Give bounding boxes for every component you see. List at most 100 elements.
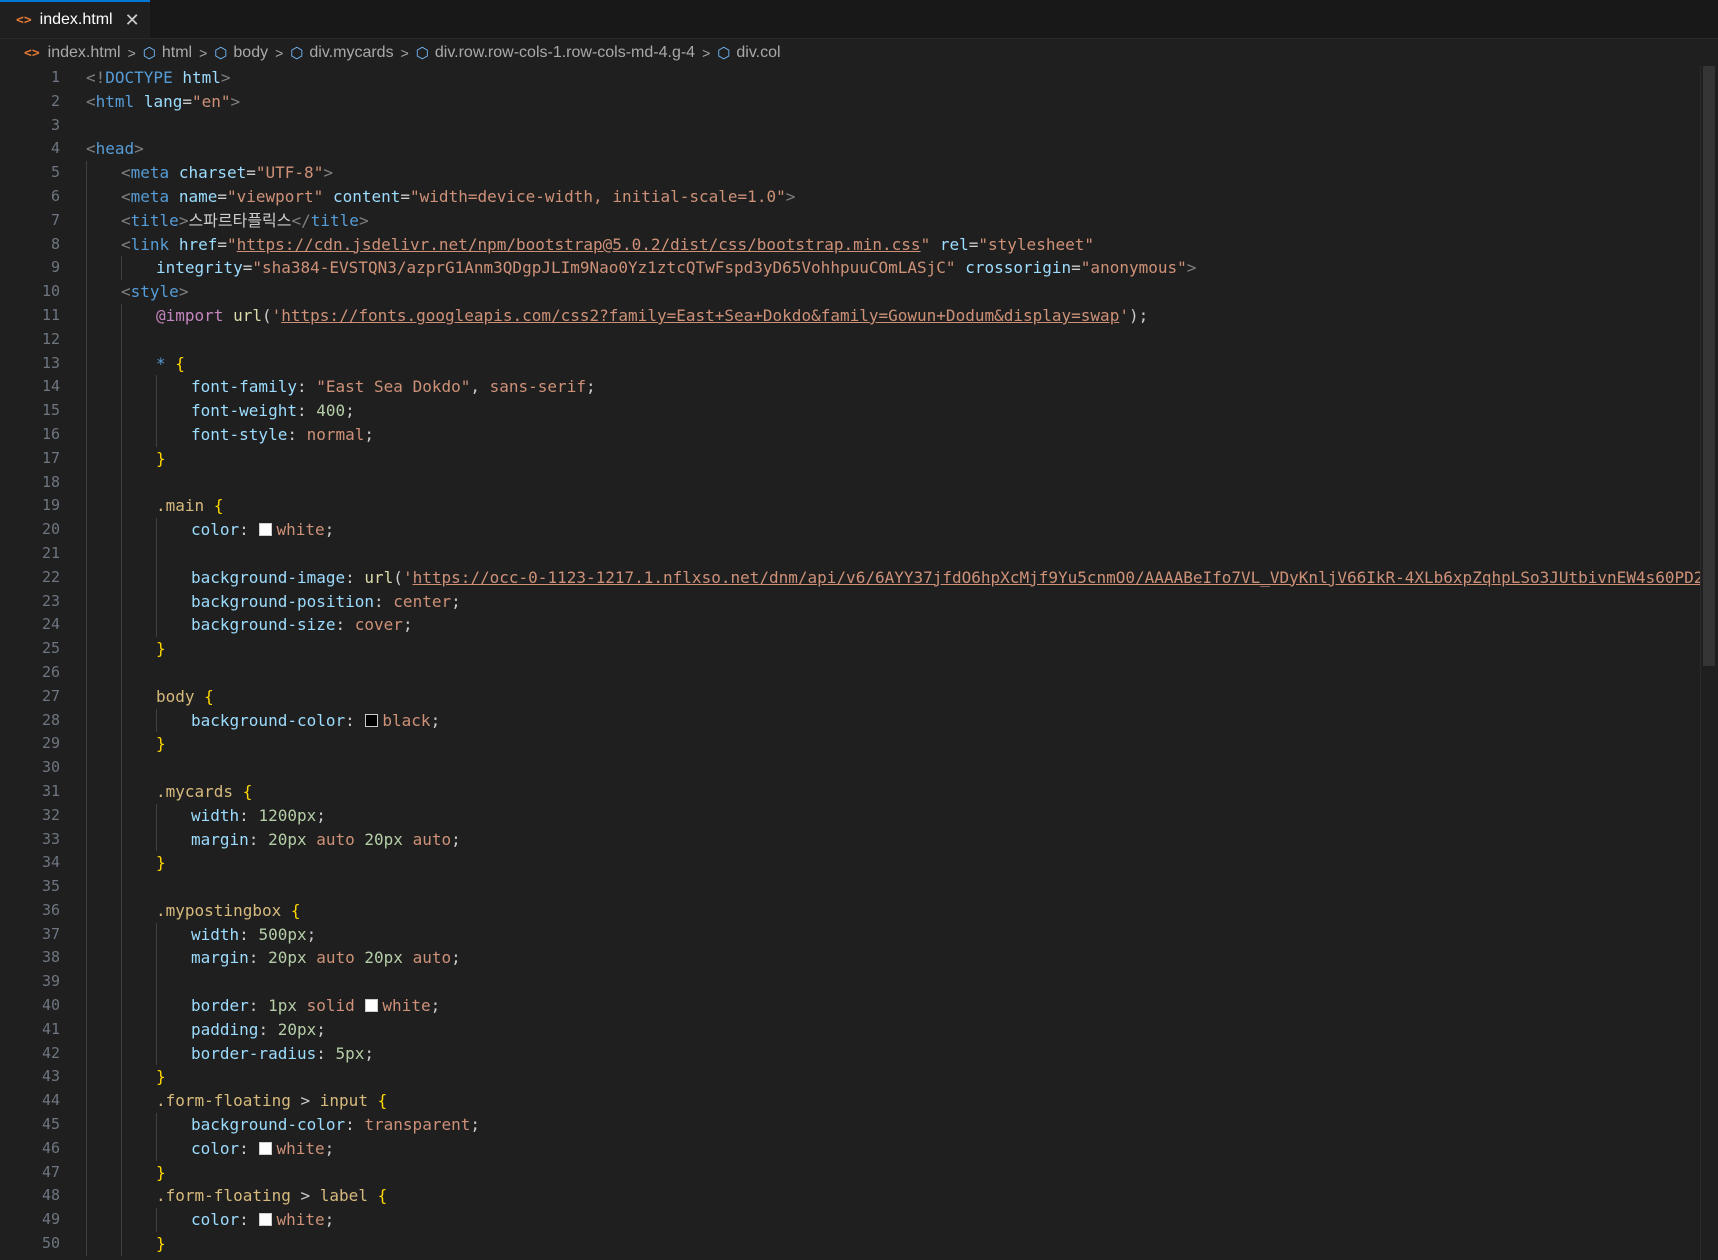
- code-line[interactable]: [86, 327, 1718, 352]
- code-line[interactable]: .form-floating > label {: [86, 1184, 1718, 1209]
- code-token: meta: [130, 186, 170, 206]
- vertical-scrollbar[interactable]: [1700, 66, 1718, 1260]
- code-line-content: .main {: [86, 496, 223, 515]
- code-token: .main: [156, 496, 205, 516]
- code-line[interactable]: body {: [86, 684, 1718, 709]
- indent-guide: [156, 803, 157, 828]
- code-line[interactable]: font-weight: 400;: [86, 399, 1718, 423]
- code-token: cover: [354, 615, 403, 635]
- code-token: );: [1128, 305, 1149, 325]
- code-line[interactable]: <title>스파르타플릭스</title>: [86, 208, 1718, 233]
- code-line[interactable]: }: [86, 1065, 1718, 1090]
- code-line[interactable]: background-size: cover;: [86, 613, 1718, 638]
- code-line[interactable]: }: [86, 1232, 1718, 1256]
- code-token: ;: [324, 1210, 335, 1230]
- code-line[interactable]: padding: 20px;: [86, 1017, 1718, 1042]
- code-line[interactable]: [86, 970, 1718, 995]
- code-token: background-size: [191, 615, 336, 635]
- code-line[interactable]: [86, 660, 1718, 685]
- code-token: @import: [156, 305, 224, 325]
- code-line[interactable]: [86, 114, 1718, 138]
- code-line[interactable]: }: [86, 1160, 1718, 1185]
- code-line[interactable]: <link href="https://cdn.jsdelivr.net/npm…: [86, 232, 1718, 257]
- code-line[interactable]: }: [86, 637, 1718, 661]
- code-line-content: .mycards {: [86, 782, 252, 801]
- code-line[interactable]: * {: [86, 351, 1718, 376]
- code-line[interactable]: <html lang="en">: [86, 90, 1718, 114]
- code-line[interactable]: .mypostingbox {: [86, 898, 1718, 923]
- code-line-content: <meta charset="UTF-8">: [86, 163, 333, 182]
- code-line[interactable]: <style>: [86, 280, 1718, 304]
- code-line[interactable]: color: white;: [86, 1208, 1718, 1233]
- code-line[interactable]: color: white;: [86, 1136, 1718, 1161]
- indent-guide: [86, 1136, 87, 1161]
- code-token: 1200px: [258, 805, 317, 825]
- code-line[interactable]: background-color: transparent;: [86, 1113, 1718, 1137]
- indent-guide: [86, 898, 87, 923]
- code-line[interactable]: border-radius: 5px;: [86, 1041, 1718, 1066]
- code-token: :: [287, 424, 307, 444]
- code-token: crossorigin: [965, 258, 1072, 278]
- line-number: 16: [41, 424, 60, 443]
- code-line[interactable]: margin: 20px auto 20px auto;: [86, 827, 1718, 852]
- breadcrumb-row[interactable]: ⬡ div.row.row-cols-1.row-cols-md-4.g-4: [416, 44, 695, 62]
- breadcrumb-mycards[interactable]: ⬡ div.mycards: [290, 44, 393, 62]
- code-line[interactable]: border: 1px solid white;: [86, 994, 1718, 1018]
- code-line[interactable]: <meta charset="UTF-8">: [86, 161, 1718, 185]
- code-line[interactable]: color: white;: [86, 518, 1718, 542]
- scrollbar-thumb[interactable]: [1703, 66, 1715, 666]
- tab-index-html[interactable]: <> index.html ✕: [0, 0, 150, 38]
- code-line[interactable]: margin: 20px auto 20px auto;: [86, 946, 1718, 971]
- breadcrumb-body[interactable]: ⬡ body: [214, 44, 268, 62]
- indent-guide: [86, 1232, 87, 1256]
- code-line[interactable]: background-image: url('https://occ-0-112…: [86, 565, 1718, 590]
- code-line-content: margin: 20px auto 20px auto;: [86, 830, 461, 849]
- code-line[interactable]: }: [86, 732, 1718, 757]
- code-line[interactable]: [86, 541, 1718, 566]
- line-number: 20: [41, 520, 60, 539]
- code-token: =: [217, 186, 227, 206]
- code-token: >: [178, 210, 189, 230]
- code-line[interactable]: font-style: normal;: [86, 422, 1718, 447]
- code-editor[interactable]: 1 2 3 4 5 6 7 8 9 10 11 12 13 14 15 16 17 18 19 20 21 22 23 24 2…: [0, 66, 1718, 1260]
- code-line-content: background-size: cover;: [86, 615, 413, 634]
- code-area[interactable]: <!DOCTYPE html> <html lang="en"> <head> <me…: [86, 66, 1718, 1256]
- code-line[interactable]: .main {: [86, 494, 1718, 519]
- breadcrumb-html[interactable]: ⬡ html: [143, 44, 192, 62]
- code-line[interactable]: [86, 756, 1718, 780]
- code-token: :: [239, 1210, 259, 1230]
- code-line[interactable]: font-family: "East Sea Dokdo", sans-seri…: [86, 375, 1718, 400]
- code-line[interactable]: @import url('https://fonts.googleapis.co…: [86, 303, 1718, 328]
- indent-guide: [86, 446, 87, 471]
- code-line[interactable]: [86, 470, 1718, 495]
- code-line[interactable]: [86, 875, 1718, 899]
- indent-guide: [86, 470, 87, 495]
- indent-guide: [86, 803, 87, 828]
- code-line[interactable]: .mycards {: [86, 779, 1718, 804]
- code-line[interactable]: <head>: [86, 137, 1718, 161]
- indent-guide: [121, 660, 122, 685]
- breadcrumb-file[interactable]: <> index.html: [24, 44, 121, 62]
- code-token: font-family: [191, 377, 297, 397]
- indent-guide: [121, 946, 122, 971]
- code-line[interactable]: integrity="sha384-EVSTQN3/azprG1Anm3QDgp…: [86, 256, 1718, 281]
- code-line[interactable]: width: 500px;: [86, 922, 1718, 947]
- code-token: :: [239, 1138, 259, 1158]
- breadcrumb-col[interactable]: ⬡ div.col: [717, 44, 780, 62]
- code-line[interactable]: <meta name="viewport" content="width=dev…: [86, 184, 1718, 209]
- code-line[interactable]: }: [86, 851, 1718, 876]
- code-line[interactable]: background-color: black;: [86, 708, 1718, 733]
- code-line[interactable]: <!DOCTYPE html>: [86, 66, 1718, 90]
- code-line[interactable]: }: [86, 446, 1718, 471]
- close-icon[interactable]: ✕: [125, 10, 140, 31]
- code-line[interactable]: .form-floating > input {: [86, 1089, 1718, 1114]
- indent-guide: [86, 970, 87, 995]
- code-token: }: [156, 853, 166, 873]
- code-line[interactable]: background-position: center;: [86, 589, 1718, 614]
- indent-guide: [86, 1065, 87, 1090]
- indent-guide: [86, 541, 87, 566]
- indent-guide: [156, 1041, 157, 1066]
- code-line[interactable]: width: 1200px;: [86, 803, 1718, 828]
- html-file-icon: <>: [16, 12, 32, 28]
